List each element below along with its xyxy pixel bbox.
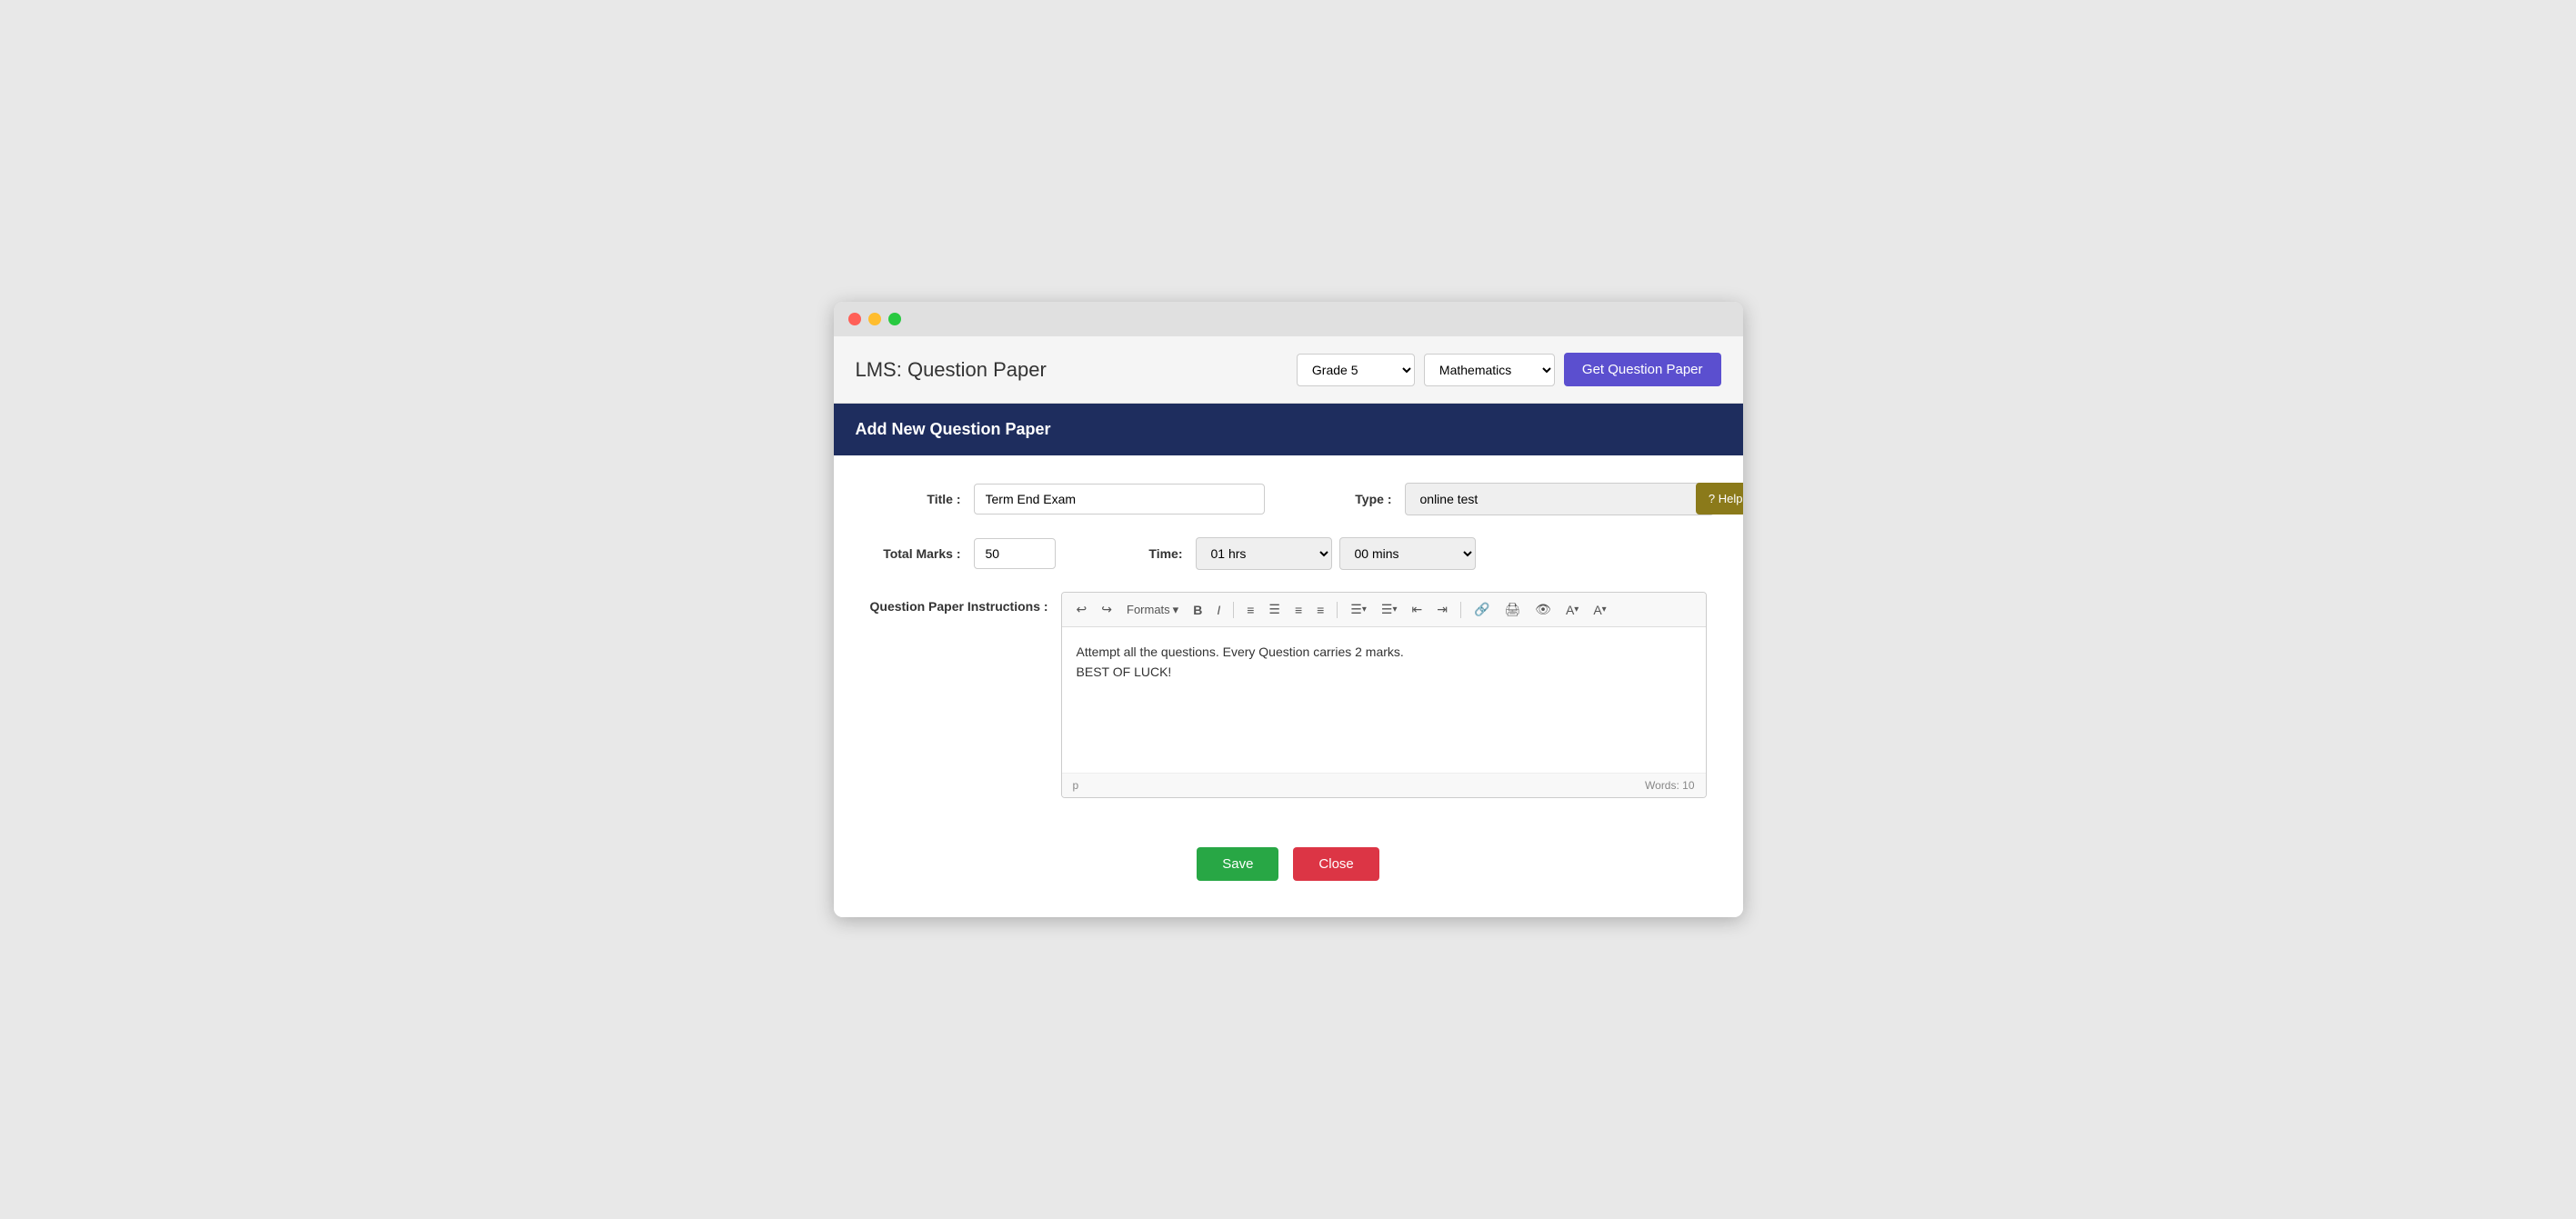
type-select[interactable]: online test offline test practice test (1405, 483, 1714, 515)
minimize-window-btn[interactable] (868, 313, 881, 325)
title-label: Title : (870, 492, 961, 506)
instructions-row: Question Paper Instructions : ↩ ↪ Format… (870, 592, 1707, 798)
form-actions: Save Close (870, 847, 1707, 881)
top-bar: LMS: Question Paper Grade 1 Grade 2 Grad… (834, 336, 1743, 404)
toolbar-separator-1 (1233, 602, 1234, 618)
form-row-title-type: Title : Type : online test offline test … (870, 483, 1707, 515)
toolbar-separator-3 (1460, 602, 1461, 618)
instruction-line-2: BEST OF LUCK! (1077, 662, 1691, 682)
undo-button[interactable]: ↩ (1071, 598, 1093, 621)
editor-body[interactable]: Attempt all the questions. Every Questio… (1062, 627, 1706, 773)
italic-button[interactable]: I (1211, 599, 1226, 621)
minutes-select[interactable]: 00 mins 15 mins 30 mins 45 mins (1339, 537, 1476, 570)
instructions-label: Question Paper Instructions : (870, 592, 1048, 614)
formats-chevron-icon: ▾ (1173, 603, 1179, 617)
app-window: LMS: Question Paper Grade 1 Grade 2 Grad… (834, 302, 1743, 917)
redo-button[interactable]: ↪ (1096, 598, 1118, 621)
panel-heading-text: Add New Question Paper (856, 420, 1051, 438)
panel-header: Add New Question Paper (834, 404, 1743, 455)
marks-label: Total Marks : (870, 546, 961, 561)
instruction-line-1: Attempt all the questions. Every Questio… (1077, 642, 1691, 662)
bold-button[interactable]: B (1188, 599, 1208, 621)
print-button[interactable]: 🖨 (1498, 598, 1526, 621)
save-button[interactable]: Save (1197, 847, 1278, 881)
top-controls: Grade 1 Grade 2 Grade 3 Grade 4 Grade 5 … (1297, 353, 1721, 386)
close-window-btn[interactable] (848, 313, 861, 325)
justify-button[interactable]: ≡ (1311, 599, 1329, 621)
hours-select[interactable]: 01 hrs 02 hrs 03 hrs (1196, 537, 1332, 570)
marks-field: Total Marks : (870, 538, 1056, 569)
get-question-paper-button[interactable]: Get Question Paper (1564, 353, 1721, 386)
editor-container: ↩ ↪ Formats ▾ B I ≡ ☰ ≡ ≡ (1061, 592, 1707, 798)
form-grid: Title : Type : online test offline test … (870, 483, 1707, 881)
title-field: Title : (870, 484, 1265, 515)
unordered-list-button[interactable]: ☰▾ (1345, 598, 1372, 621)
grade-select[interactable]: Grade 1 Grade 2 Grade 3 Grade 4 Grade 5 … (1297, 354, 1415, 386)
help-button[interactable]: ? Help (1696, 483, 1743, 515)
editor-toolbar: ↩ ↪ Formats ▾ B I ≡ ☰ ≡ ≡ (1062, 593, 1706, 627)
outdent-button[interactable]: ⇤ (1406, 598, 1428, 621)
title-input[interactable] (974, 484, 1265, 515)
preview-button[interactable]: 👁 (1529, 598, 1557, 621)
formats-dropdown[interactable]: Formats ▾ (1121, 599, 1184, 621)
align-right-button[interactable]: ≡ (1289, 599, 1308, 621)
word-count: Words: 10 (1645, 779, 1694, 792)
time-field: Time: 01 hrs 02 hrs 03 hrs 00 mins 15 mi… (1092, 537, 1476, 570)
marks-input[interactable] (974, 538, 1056, 569)
close-button[interactable]: Close (1293, 847, 1378, 881)
subject-select[interactable]: Mathematics Science English History Geog… (1424, 354, 1555, 386)
editor-footer: p Words: 10 (1062, 773, 1706, 797)
titlebar (834, 302, 1743, 336)
ordered-list-button[interactable]: ☰▾ (1376, 598, 1403, 621)
app-content: LMS: Question Paper Grade 1 Grade 2 Grad… (834, 336, 1743, 917)
form-area: ? Help Title : Type : online test offlin… (834, 455, 1743, 917)
indent-button[interactable]: ⇥ (1431, 598, 1453, 621)
time-group: 01 hrs 02 hrs 03 hrs 00 mins 15 mins 30 … (1196, 537, 1476, 570)
align-center-button[interactable]: ☰ (1263, 598, 1286, 621)
form-row-marks-time: Total Marks : Time: 01 hrs 02 hrs 03 hrs (870, 537, 1707, 570)
link-button[interactable]: 🔗 (1468, 598, 1495, 621)
align-left-button[interactable]: ≡ (1241, 599, 1259, 621)
type-field: Type : online test offline test practice… (1301, 483, 1714, 515)
toolbar-separator-2 (1337, 602, 1338, 618)
editor-tag: p (1073, 779, 1079, 792)
time-label: Time: (1092, 546, 1183, 561)
formats-label: Formats (1127, 603, 1170, 616)
font-color-button[interactable]: A▾ (1560, 599, 1584, 621)
type-label: Type : (1301, 492, 1392, 506)
app-title: LMS: Question Paper (856, 358, 1047, 382)
bg-color-button[interactable]: A▾ (1588, 599, 1611, 621)
maximize-window-btn[interactable] (888, 313, 901, 325)
